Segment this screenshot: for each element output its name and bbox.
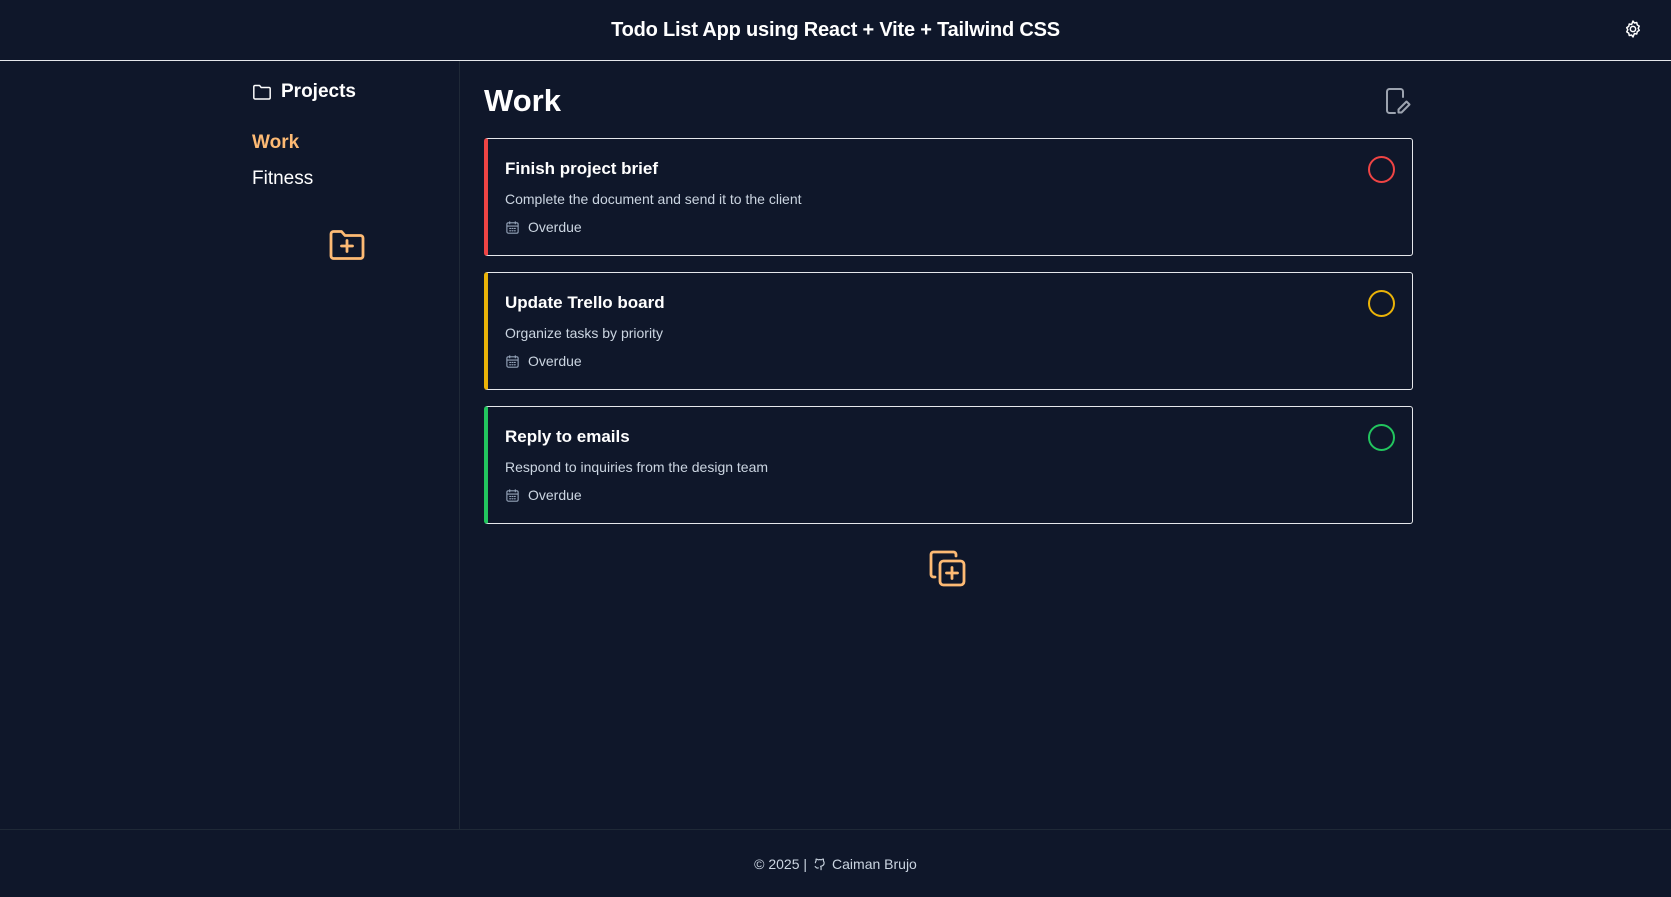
folder-plus-icon bbox=[329, 230, 365, 260]
task-title: Update Trello board bbox=[505, 293, 665, 312]
app-title: Todo List App using React + Vite + Tailw… bbox=[611, 18, 1060, 41]
calendar-icon bbox=[506, 354, 519, 368]
task-due-label: Overdue bbox=[528, 487, 582, 503]
task-title: Finish project brief bbox=[505, 159, 659, 178]
main-content: Work Finish project brief Complete the d… bbox=[484, 61, 1413, 829]
task-complete-toggle[interactable] bbox=[1368, 290, 1395, 317]
sidebar-item-work[interactable]: Work bbox=[252, 125, 313, 161]
task-description: Organize tasks by priority bbox=[505, 325, 663, 341]
task-description: Respond to inquiries from the design tea… bbox=[505, 459, 769, 475]
add-project-button[interactable] bbox=[326, 225, 368, 265]
folder-icon bbox=[253, 84, 271, 100]
page-title: Work bbox=[484, 83, 561, 118]
calendar-icon bbox=[506, 488, 519, 502]
task-due-label: Overdue bbox=[528, 353, 582, 369]
task-list: Finish project brief Complete the docume… bbox=[484, 138, 1413, 540]
calendar-icon bbox=[506, 220, 519, 234]
task-card[interactable]: Finish project brief Complete the docume… bbox=[484, 138, 1413, 256]
task-title: Reply to emails bbox=[505, 427, 630, 446]
task-due-label: Overdue bbox=[528, 219, 582, 235]
author-link[interactable]: Caiman Brujo bbox=[813, 856, 917, 872]
author-name: Caiman Brujo bbox=[832, 855, 917, 872]
github-icon bbox=[814, 858, 825, 870]
add-task-button[interactable] bbox=[927, 548, 969, 590]
task-complete-toggle[interactable] bbox=[1368, 156, 1395, 183]
projects-heading-label: Projects bbox=[281, 81, 356, 102]
app-header: Todo List App using React + Vite + Tailw… bbox=[0, 0, 1671, 61]
settings-button[interactable] bbox=[1620, 16, 1646, 42]
footer: © 2025 | Caiman Brujo bbox=[0, 829, 1671, 897]
projects-heading: Projects bbox=[252, 81, 356, 103]
sidebar-item-fitness[interactable]: Fitness bbox=[252, 161, 313, 197]
task-card[interactable]: Update Trello board Organize tasks by pr… bbox=[484, 272, 1413, 390]
project-list: Work Fitness bbox=[252, 125, 313, 197]
edit-project-button[interactable] bbox=[1383, 86, 1413, 116]
task-due: Overdue bbox=[505, 219, 1412, 235]
task-due: Overdue bbox=[505, 353, 1412, 369]
copy-plus-icon bbox=[929, 550, 966, 587]
task-description: Complete the document and send it to the… bbox=[505, 191, 802, 207]
task-card[interactable]: Reply to emails Respond to inquiries fro… bbox=[484, 406, 1413, 524]
copyright-text: © 2025 | bbox=[754, 855, 808, 872]
edit-document-icon bbox=[1386, 88, 1411, 114]
task-due: Overdue bbox=[505, 487, 1412, 503]
sidebar: Projects Work Fitness bbox=[0, 61, 460, 829]
task-complete-toggle[interactable] bbox=[1368, 424, 1395, 451]
gear-icon bbox=[1626, 20, 1640, 38]
